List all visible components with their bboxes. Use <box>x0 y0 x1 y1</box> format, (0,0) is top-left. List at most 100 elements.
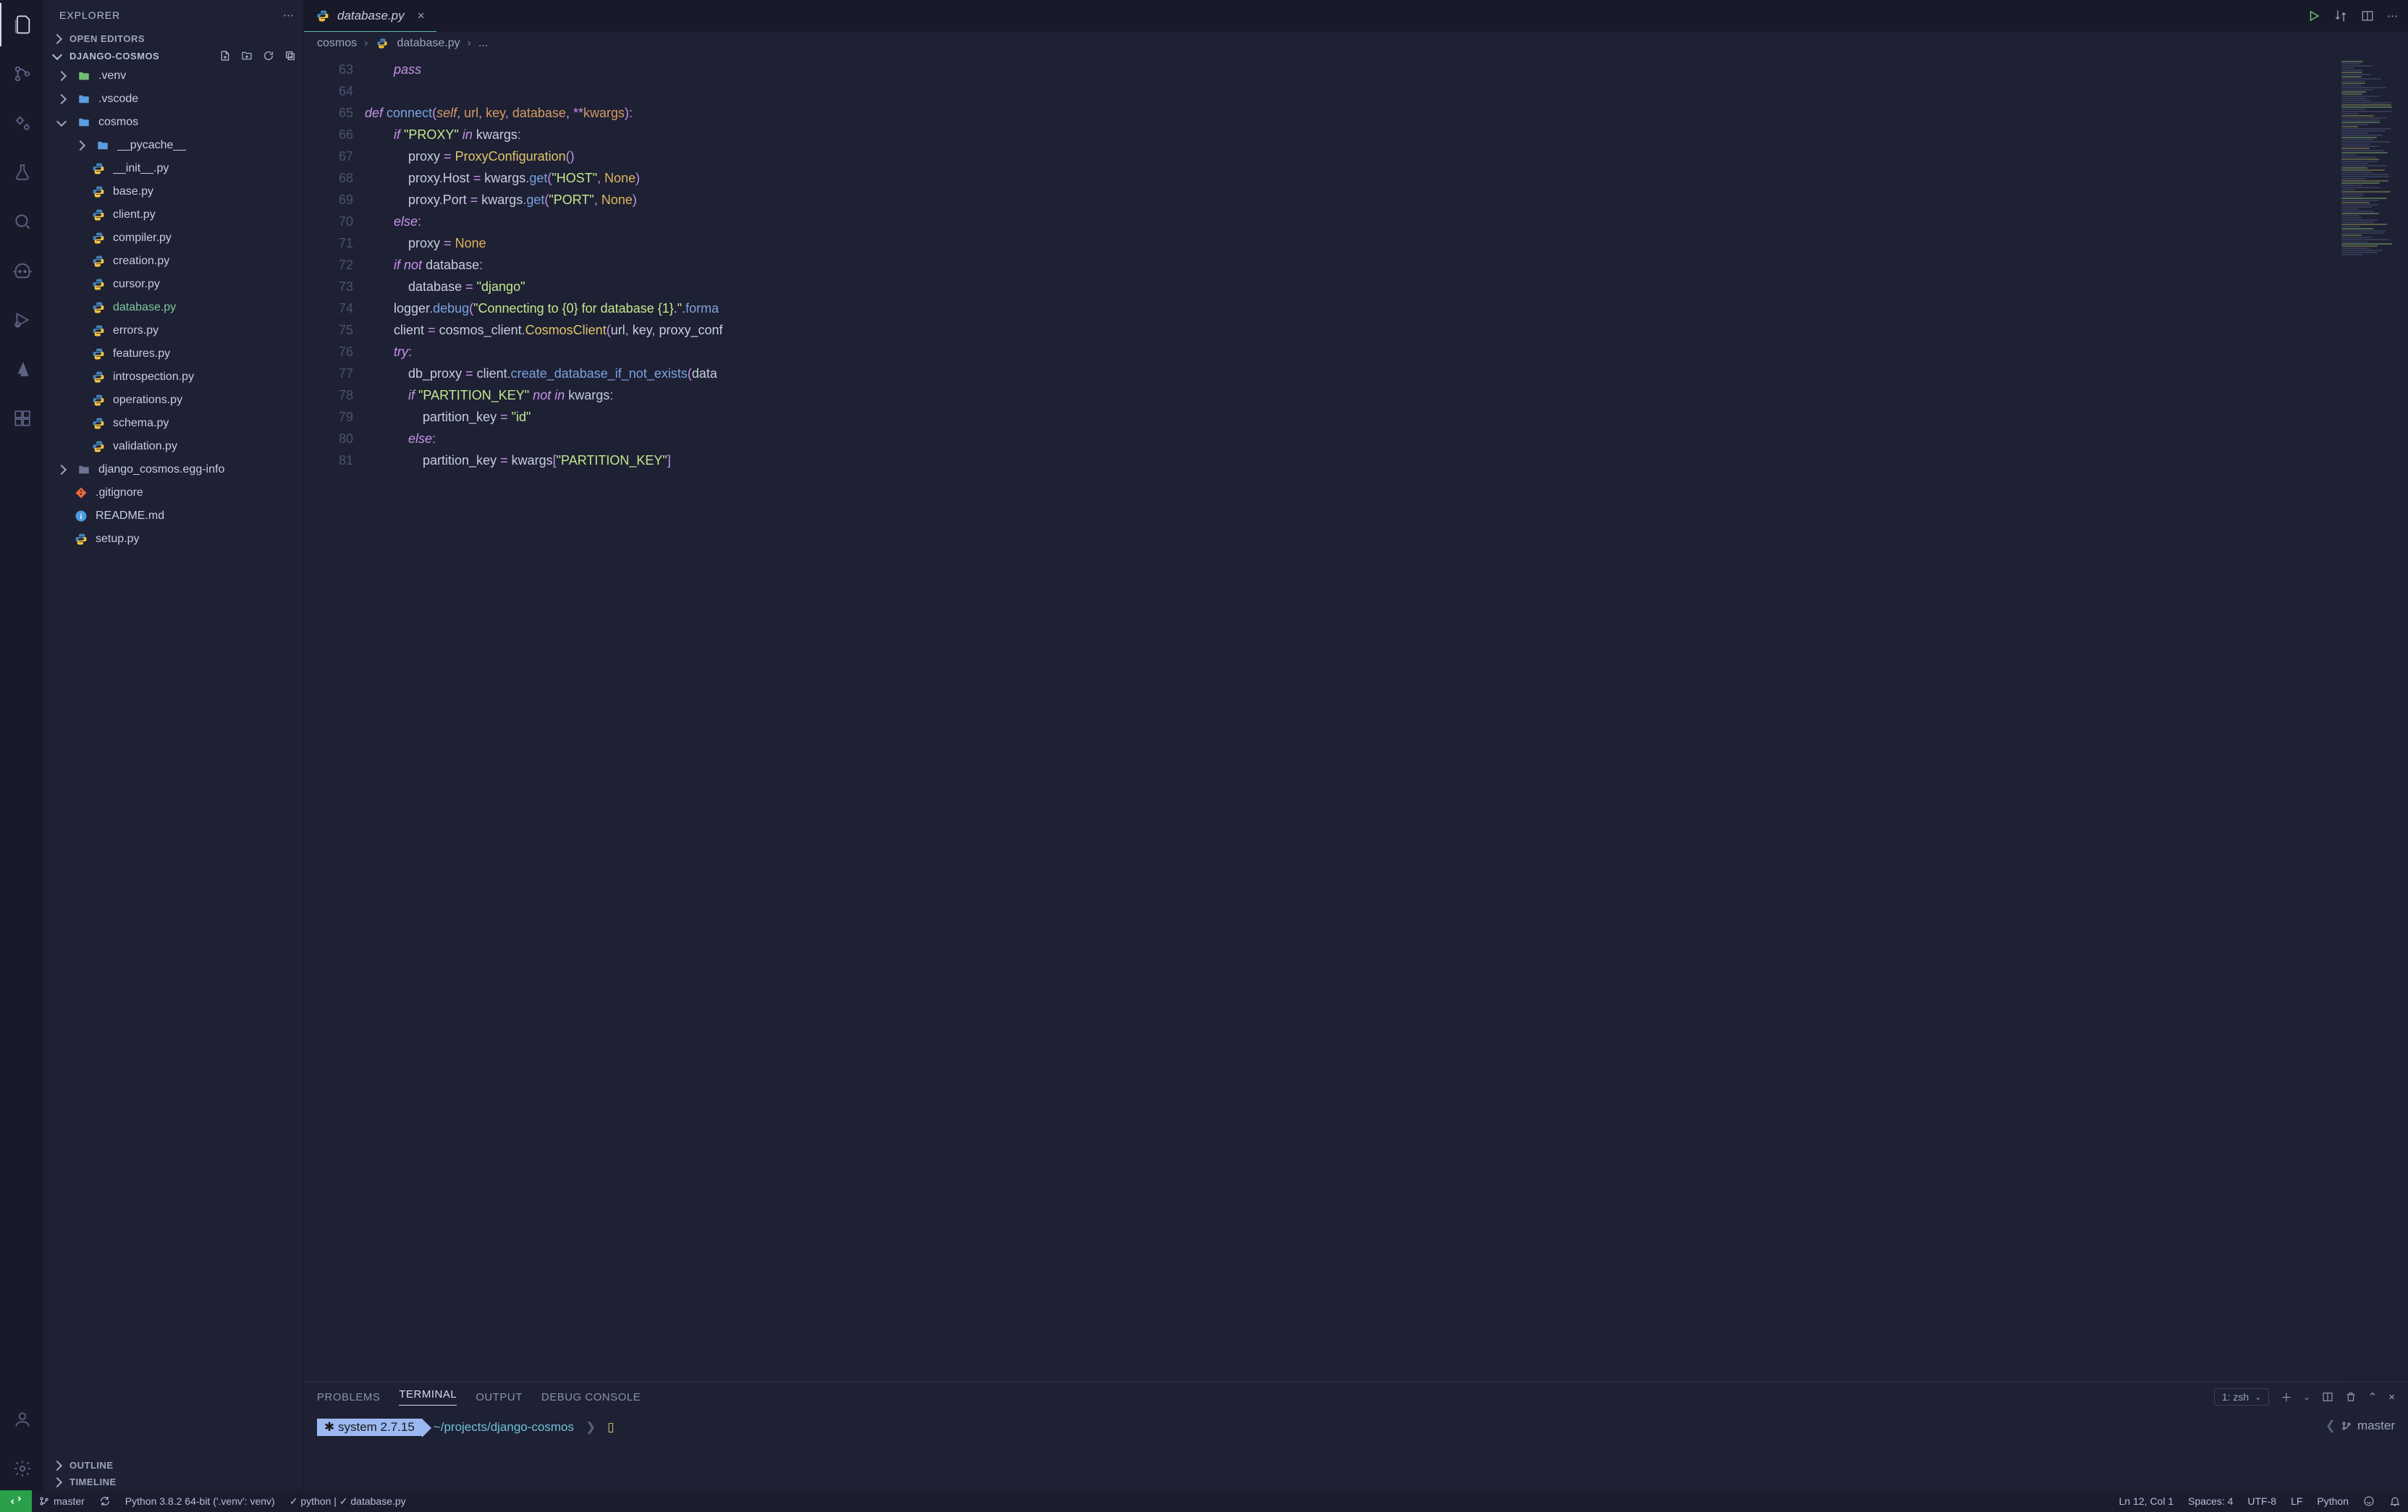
editor-tab-database[interactable]: database.py × <box>304 0 436 32</box>
py-icon <box>91 208 106 222</box>
terminal-selector[interactable]: 1: zsh ⌄ <box>2214 1388 2270 1406</box>
tab-more-icon[interactable]: ⋯ <box>2387 9 2398 22</box>
tree-file[interactable]: compiler.py <box>43 227 303 250</box>
tree-folder[interactable]: cosmos <box>43 111 303 134</box>
status-eol-label: LF <box>2291 1495 2302 1507</box>
activity-test-icon[interactable] <box>1 151 44 194</box>
collapse-all-icon[interactable] <box>284 50 296 62</box>
run-icon[interactable] <box>2307 9 2320 22</box>
status-spaces-label: Spaces: 4 <box>2188 1495 2233 1507</box>
activity-explorer-icon[interactable] <box>0 3 43 46</box>
status-position-label: Ln 12, Col 1 <box>2119 1495 2174 1507</box>
project-section[interactable]: DJANGO-COSMOS <box>43 47 303 64</box>
new-file-icon[interactable] <box>219 50 231 62</box>
status-indentation[interactable]: Spaces: 4 <box>2181 1495 2240 1507</box>
status-remote-icon[interactable] <box>0 1490 32 1512</box>
tree-folder[interactable]: .vscode <box>43 88 303 111</box>
tree-folder[interactable]: .venv <box>43 64 303 88</box>
status-encoding[interactable]: UTF-8 <box>2240 1495 2284 1507</box>
folder-dim-icon <box>77 463 91 477</box>
tree-item-label: database.py <box>113 301 176 314</box>
breadcrumb-symbol[interactable]: ... <box>478 37 488 50</box>
close-panel-icon[interactable]: × <box>2388 1391 2395 1403</box>
chevron-down-icon[interactable]: ⌄ <box>2303 1393 2310 1402</box>
activity-copilot-icon[interactable] <box>1 249 44 292</box>
tree-item-label: creation.py <box>113 255 169 268</box>
status-cursor-position[interactable]: Ln 12, Col 1 <box>2112 1495 2181 1507</box>
breadcrumb-file[interactable]: database.py <box>397 37 460 50</box>
tree-item-label: operations.py <box>113 394 182 407</box>
timeline-section[interactable]: TIMELINE <box>43 1474 303 1490</box>
tree-item-label: README.md <box>96 510 164 523</box>
status-linter[interactable]: ✓ python | ✓ database.py <box>282 1490 413 1512</box>
breadcrumb-folder[interactable]: cosmos <box>317 37 357 50</box>
split-terminal-icon[interactable] <box>2322 1391 2333 1403</box>
file-tree: .venv .vscode cosmos __pycache__ __init__.py… <box>43 64 303 1457</box>
status-language-mode[interactable]: Python <box>2310 1495 2356 1507</box>
panel-tab-terminal[interactable]: TERMINAL <box>399 1388 457 1406</box>
activity-run-debug-icon[interactable] <box>1 298 44 342</box>
tree-item-label: .vscode <box>98 93 138 106</box>
new-terminal-icon[interactable]: ＋ <box>2281 1390 2291 1405</box>
refresh-icon[interactable] <box>263 50 274 62</box>
activity-search-icon[interactable] <box>1 200 44 243</box>
tree-file[interactable]: cursor.py <box>43 273 303 296</box>
tree-file[interactable]: schema.py <box>43 412 303 435</box>
new-folder-icon[interactable] <box>241 50 253 62</box>
status-git-branch[interactable]: master <box>32 1490 92 1512</box>
prompt-caret-left-icon: ❮ <box>2325 1419 2336 1433</box>
activity-account-icon[interactable] <box>1 1398 44 1441</box>
tree-item-label: django_cosmos.egg-info <box>98 463 224 476</box>
code-editor[interactable]: pass def connect(self, url, key, databas… <box>365 56 2339 1382</box>
diff-icon[interactable] <box>2333 9 2348 23</box>
tree-item-label: introspection.py <box>113 371 194 384</box>
py-icon <box>91 185 106 199</box>
tree-file[interactable]: base.py <box>43 180 303 203</box>
minimap[interactable] <box>2339 56 2408 1382</box>
activity-source-control-icon[interactable] <box>1 52 44 96</box>
tree-file[interactable]: errors.py <box>43 319 303 342</box>
py-icon <box>91 347 106 361</box>
panel-tab-problems[interactable]: PROBLEMS <box>317 1391 380 1403</box>
tab-close-icon[interactable]: × <box>418 9 425 23</box>
terminal[interactable]: ✱ system 2.7.15 ~/projects/django-cosmos… <box>304 1411 2408 1490</box>
tree-file[interactable]: creation.py <box>43 250 303 273</box>
tree-file[interactable]: client.py <box>43 203 303 227</box>
status-python-interpreter[interactable]: Python 3.8.2 64-bit ('.venv': venv) <box>118 1490 282 1512</box>
tree-file[interactable]: database.py <box>43 296 303 319</box>
activity-extensions-icon[interactable] <box>1 397 44 440</box>
status-notifications-icon[interactable] <box>2382 1495 2408 1507</box>
tree-item-label: __pycache__ <box>117 139 186 152</box>
status-feedback-icon[interactable] <box>2356 1495 2382 1507</box>
tree-file[interactable]: validation.py <box>43 435 303 458</box>
tree-file[interactable]: i README.md <box>43 504 303 528</box>
activity-azure-icon[interactable] <box>1 347 44 391</box>
folder-green-icon <box>77 69 91 83</box>
tree-file[interactable]: .gitignore <box>43 481 303 504</box>
tree-file[interactable]: features.py <box>43 342 303 366</box>
py-icon <box>91 393 106 407</box>
outline-section[interactable]: OUTLINE <box>43 1457 303 1474</box>
tree-folder[interactable]: django_cosmos.egg-info <box>43 458 303 481</box>
explorer-more-icon[interactable]: ⋯ <box>283 9 295 22</box>
panel-tab-debug-console[interactable]: DEBUG CONSOLE <box>541 1391 641 1403</box>
tree-file[interactable]: introspection.py <box>43 366 303 389</box>
maximize-panel-icon[interactable]: ⌃ <box>2368 1390 2378 1403</box>
tree-file[interactable]: setup.py <box>43 528 303 551</box>
status-eol[interactable]: LF <box>2284 1495 2310 1507</box>
kill-terminal-icon[interactable] <box>2345 1391 2357 1403</box>
activity-settings-gears-icon[interactable] <box>1 101 44 145</box>
open-editors-section[interactable]: OPEN EDITORS <box>43 30 303 47</box>
tree-folder[interactable]: __pycache__ <box>43 134 303 157</box>
breadcrumb[interactable]: cosmos › database.py › ... <box>304 32 2408 56</box>
panel-tab-output[interactable]: OUTPUT <box>476 1391 523 1403</box>
status-sync-icon[interactable] <box>92 1490 118 1512</box>
split-editor-icon[interactable] <box>2361 9 2374 22</box>
tree-file[interactable]: operations.py <box>43 389 303 412</box>
svg-text:i: i <box>80 512 83 521</box>
activity-settings-icon[interactable] <box>1 1447 44 1490</box>
chevron-right-icon: › <box>364 37 368 50</box>
py-icon <box>91 416 106 431</box>
py-icon <box>91 231 106 245</box>
tree-file[interactable]: __init__.py <box>43 157 303 180</box>
